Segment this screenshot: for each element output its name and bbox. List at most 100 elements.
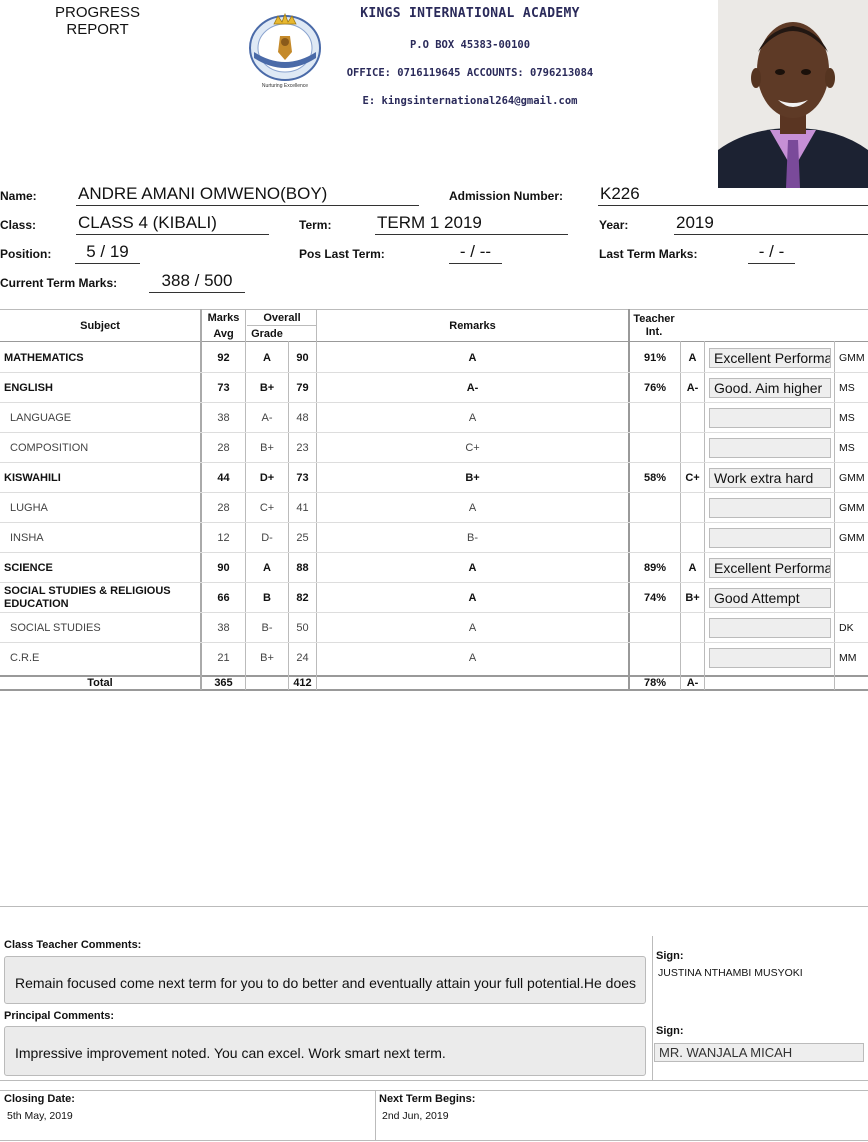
closing-date-label: Closing Date: — [4, 1093, 75, 1105]
class-teacher-comment-box[interactable]: Remain focused come next term for you to… — [4, 956, 646, 1004]
subject-name: KISWAHILI — [4, 471, 61, 484]
subject-percent — [630, 613, 680, 643]
subject-marks: 28 — [217, 442, 230, 454]
principal-comments-label: Principal Comments: — [4, 1010, 115, 1022]
subject-mean-grade — [681, 523, 704, 553]
subject-name: SOCIAL STUDIES — [10, 621, 101, 634]
subject-average: 48 — [296, 412, 309, 424]
teacher-initials: MS — [839, 382, 855, 394]
term-label: Term: — [299, 218, 332, 232]
total-avg: 412 — [293, 677, 312, 689]
subject-remark: B+ — [465, 472, 480, 484]
teacher-comment-field[interactable] — [709, 618, 831, 638]
teacher-comment-field[interactable]: Work extra hard — [709, 468, 831, 488]
teacher-comment-field[interactable]: Good Attempt — [709, 588, 831, 608]
subject-remark: A — [468, 562, 477, 574]
header-marks: Marks — [207, 312, 240, 324]
principal-signature[interactable]: MR. WANJALA MICAH — [654, 1043, 864, 1062]
subject-marks: 44 — [217, 472, 230, 484]
total-percent: 78% — [643, 677, 667, 689]
class-teacher-comments-label: Class Teacher Comments: — [4, 939, 142, 951]
student-class: CLASS 4 (KIBALI) — [76, 213, 269, 235]
total-row: Total 365 412 78% A- — [0, 675, 868, 691]
teacher-initials: MS — [839, 442, 855, 454]
student-name: ANDRE AMANI OMWENO(BOY) — [76, 184, 419, 206]
subject-percent: 58% — [643, 472, 667, 484]
table-row: MATHEMATICS 92 A 90 A 91% A GMM Excellent Perfor… — [0, 343, 868, 373]
subject-mean-grade: B+ — [685, 592, 700, 604]
subject-remark: A — [468, 622, 477, 634]
header-remarks: Remarks — [449, 320, 496, 332]
total-grade: A- — [686, 677, 699, 689]
subject-mean-grade — [681, 643, 704, 673]
current-term-marks: 388 / 500 — [149, 271, 245, 293]
subject-average: 41 — [296, 502, 309, 514]
subject-grade: B+ — [259, 382, 275, 394]
footer-bottom-divider — [0, 1140, 868, 1141]
subject-marks: 92 — [217, 352, 230, 364]
subject-average: 73 — [296, 472, 309, 484]
header-avg: Avg — [213, 328, 234, 340]
student-photo — [718, 0, 868, 188]
teacher-comment-field[interactable] — [709, 528, 831, 548]
subject-marks: 38 — [217, 412, 230, 424]
subject-remark: C+ — [465, 442, 480, 454]
table-row: SOCIAL STUDIES & RELIGIOUS EDUCATION 66 B 8… — [0, 583, 868, 613]
subject-grade: C+ — [259, 502, 275, 514]
subject-grade: A — [263, 562, 271, 574]
subject-mean-grade: A- — [686, 382, 699, 394]
position-label: Position: — [0, 247, 52, 261]
last-term-marks-label: Last Term Marks: — [599, 247, 698, 261]
subject-name: LANGUAGE — [10, 411, 72, 424]
principal-comment-box[interactable]: Impressive improvement noted. You can ex… — [4, 1026, 646, 1076]
teacher-comment-field[interactable]: Excellent Performance — [709, 348, 831, 368]
teacher-comment-field[interactable] — [709, 648, 831, 668]
teacher-comment-field[interactable] — [709, 438, 831, 458]
pos-last-term: - / -- — [449, 242, 502, 264]
next-term-date: 2nd Jun, 2019 — [382, 1110, 449, 1122]
sign-divider — [652, 936, 653, 1080]
subject-name: C.R.E — [10, 651, 40, 664]
teacher-initials: MS — [839, 412, 855, 424]
subject-mean-grade — [681, 403, 704, 433]
subject-average: 79 — [296, 382, 309, 394]
subject-mean-grade: C+ — [685, 472, 700, 484]
subject-grade: D+ — [259, 472, 275, 484]
teacher-initials — [839, 553, 868, 583]
subject-grade: B+ — [260, 442, 274, 454]
subject-grade: D- — [261, 532, 273, 544]
svg-text:Nurturing Excellence: Nurturing Excellence — [262, 83, 308, 89]
comments-divider — [0, 906, 868, 907]
subject-marks: 21 — [217, 652, 230, 664]
footer-middle-divider — [375, 1090, 376, 1140]
subject-remark: A- — [466, 382, 479, 394]
school-logo: Nurturing Excellence — [249, 12, 321, 89]
teacher-comment-field[interactable]: Good. Aim higher — [709, 378, 831, 398]
header-subject: Subject — [80, 320, 120, 332]
footer-divider — [0, 1090, 868, 1091]
subject-average: 25 — [296, 532, 309, 544]
subject-marks: 66 — [217, 592, 230, 604]
subject-percent — [630, 493, 680, 523]
teacher-comment-field[interactable] — [709, 408, 831, 428]
subject-remark: B- — [467, 532, 478, 544]
subject-name: MATHEMATICS — [4, 351, 84, 364]
teacher-initials: MM — [839, 652, 857, 664]
teacher-initials: GMM — [839, 532, 865, 544]
teacher-initials: DK — [839, 622, 854, 634]
subject-grade: A — [263, 352, 271, 364]
subject-percent — [630, 403, 680, 433]
subject-average: 82 — [296, 592, 309, 604]
subject-name: INSHA — [10, 531, 44, 544]
teacher-initials: GMM — [839, 472, 865, 484]
table-row: INSHA 12 D- 25 B- GMM — [0, 523, 868, 553]
subject-marks: 28 — [217, 502, 230, 514]
table-row: KISWAHILI 44 D+ 73 B+ 58% C+ GMM Work extra hard — [0, 463, 868, 493]
subject-average: 24 — [296, 652, 309, 664]
teacher-comment-field[interactable]: Excellent Performance — [709, 558, 831, 578]
school-po-box: P.O BOX 45383-00100 — [409, 39, 531, 51]
subject-mean-grade — [681, 493, 704, 523]
teacher-comment-field[interactable] — [709, 498, 831, 518]
class-label: Class: — [0, 218, 37, 232]
teacher-initials: GMM — [839, 352, 865, 364]
